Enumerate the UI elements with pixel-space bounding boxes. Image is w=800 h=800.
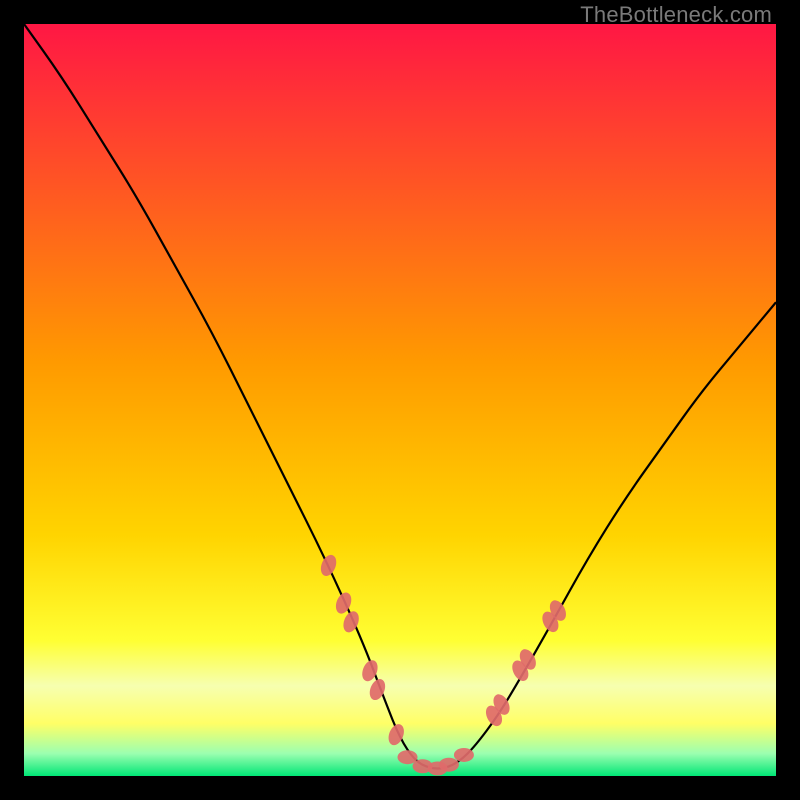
marker-dot (454, 748, 474, 762)
gradient-background (24, 24, 776, 776)
bottleneck-chart (24, 24, 776, 776)
marker-dot (439, 758, 459, 772)
chart-frame (24, 24, 776, 776)
